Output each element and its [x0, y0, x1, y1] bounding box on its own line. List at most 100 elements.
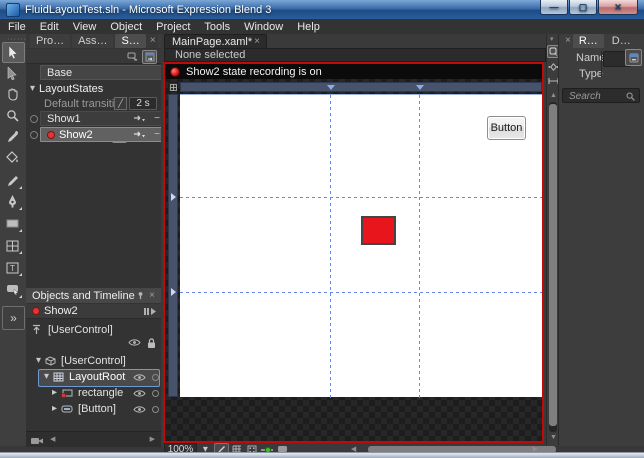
menu-help[interactable]: Help	[297, 21, 320, 33]
state-row-show1[interactable]: Show1 −	[26, 111, 166, 126]
column-marker-2[interactable]	[416, 85, 424, 90]
title-bar[interactable]: FluidLayoutTest.sln - Microsoft Expressi…	[0, 0, 644, 19]
transition-duration-field[interactable]: 2 s	[129, 97, 157, 110]
easing-line-icon: ╱	[118, 99, 123, 108]
grid-corner-box[interactable]	[168, 82, 178, 92]
document-tab[interactable]: MainPage.xaml* ×	[164, 34, 267, 49]
visibility-column-eye-icon[interactable]	[128, 338, 141, 347]
pan-tool[interactable]	[2, 85, 23, 104]
grid-rail-top[interactable]	[180, 82, 542, 92]
button-lock-dot[interactable]	[152, 406, 159, 413]
pencil-tool[interactable]	[2, 171, 23, 190]
menu-tools[interactable]: Tools	[204, 21, 230, 33]
pen-tool[interactable]	[2, 192, 23, 211]
button-eye-icon[interactable]	[133, 405, 146, 414]
layoutroot-lock-dot[interactable]	[152, 374, 159, 381]
layout-panel-tool[interactable]	[2, 236, 23, 255]
text-tool[interactable]: T	[2, 258, 23, 277]
menu-object[interactable]: Object	[110, 21, 142, 33]
minimize-button[interactable]: —	[540, 0, 568, 15]
breadcrumb-bar[interactable]: None selected	[164, 48, 546, 62]
search-input[interactable]	[567, 90, 629, 103]
controls-tool[interactable]	[2, 280, 23, 299]
row-marker-2[interactable]	[171, 288, 176, 296]
eyedropper-tool[interactable]	[2, 127, 23, 146]
selection-tool[interactable]	[2, 42, 25, 63]
default-easing-button[interactable]: ╱	[114, 97, 127, 110]
show-timeline-button[interactable]	[143, 307, 157, 316]
objects-timeline-panel: Objects and Timeline × Show2 [UserContro…	[26, 288, 161, 447]
vscroll-up-icon[interactable]: ▲	[550, 92, 557, 99]
rectangle-expand-icon[interactable]: ▸	[52, 388, 57, 398]
artboard-button-control[interactable]: Button	[487, 116, 526, 140]
menu-project[interactable]: Project	[156, 21, 190, 33]
tab-project[interactable]: Pro…	[30, 34, 71, 48]
states-options-button[interactable]	[126, 50, 139, 62]
timeline-snapshot-icon[interactable]	[30, 435, 44, 445]
window-title: FluidLayoutTest.sln - Microsoft Expressi…	[25, 3, 272, 16]
assets-expand-button[interactable]: »	[2, 306, 25, 330]
maximize-button[interactable]: ▢	[569, 0, 597, 15]
grid-row-line-2	[180, 292, 542, 293]
double-chevron-icon: »	[10, 311, 17, 325]
objects-close-icon[interactable]: ×	[147, 290, 157, 301]
close-button[interactable]: ✕	[598, 0, 638, 15]
usercontrol-expand-icon[interactable]: ▾	[36, 356, 41, 366]
objects-pin-icon[interactable]	[136, 291, 145, 300]
grid-corner-icon	[169, 83, 177, 91]
rectangle-lock-dot[interactable]	[152, 390, 159, 397]
rectangle-eye-icon[interactable]	[133, 389, 146, 398]
tree-row-usercontrol[interactable]: ▾ [UserControl]	[26, 353, 161, 369]
menu-view[interactable]: View	[73, 21, 97, 33]
menu-file[interactable]: File	[8, 21, 26, 33]
vscroll-thumb[interactable]	[549, 104, 557, 426]
tab-data[interactable]: D…	[605, 34, 637, 48]
rectangle-tool[interactable]	[2, 214, 23, 233]
show2-remove-button[interactable]: −	[154, 129, 160, 140]
show1-add-transition-button[interactable]	[133, 115, 145, 123]
tab-resources[interactable]: R…	[572, 34, 604, 48]
timeline-scroll-right-icon[interactable]: ▶	[150, 436, 155, 443]
tab-states-close-icon[interactable]: ×	[148, 36, 158, 46]
vscroll-down-icon[interactable]: ▼	[550, 434, 557, 441]
search-box[interactable]	[562, 88, 640, 103]
timeline-scroll-left-icon[interactable]: ◀	[50, 436, 55, 443]
layoutroot-expand-icon[interactable]: ▾	[44, 372, 49, 382]
layoutroot-eye-icon[interactable]	[133, 373, 146, 382]
scope-up-icon[interactable]	[31, 324, 42, 335]
column-marker-1[interactable]	[327, 85, 335, 90]
vscroll-track[interactable]	[549, 102, 557, 432]
record-icon[interactable]	[170, 66, 180, 77]
state-row-base[interactable]: Base	[26, 65, 166, 80]
state-row-show2[interactable]: Show2 −	[26, 127, 166, 142]
menu-window[interactable]: Window	[244, 21, 283, 33]
tab-assets[interactable]: Ass…	[72, 34, 114, 48]
button-expand-icon[interactable]: ▸	[52, 404, 57, 414]
show1-preview-dot[interactable]	[30, 114, 38, 123]
artboard[interactable]: Button	[180, 94, 542, 398]
tab-states[interactable]: S…	[115, 34, 146, 48]
zoom-tool[interactable]	[2, 106, 23, 125]
group-collapse-icon[interactable]: ▾	[30, 83, 35, 94]
row-marker-1[interactable]	[171, 193, 176, 201]
tree-row-layoutroot[interactable]: ▾ LayoutRoot	[26, 369, 161, 385]
base-state-label: Base	[47, 66, 73, 79]
state-group-row[interactable]: ▾ LayoutStates −	[26, 81, 161, 143]
show1-remove-button[interactable]: −	[154, 113, 160, 124]
tree-row-button[interactable]: ▸ [Button]	[26, 401, 161, 417]
direct-selection-tool[interactable]	[2, 64, 23, 83]
base-state[interactable]: Base	[40, 65, 166, 80]
grid-rail-left[interactable]	[168, 94, 178, 397]
paint-bucket-tool[interactable]	[2, 148, 23, 167]
lock-column-icon[interactable]	[147, 338, 156, 349]
name-scope-button[interactable]	[625, 49, 642, 66]
menu-edit[interactable]: Edit	[40, 21, 59, 33]
strip-collapse-icon[interactable]: ▾	[550, 36, 554, 43]
tree-row-rectangle[interactable]: ▸ rectangle	[26, 385, 161, 401]
hidden-tab-close-icon[interactable]: ×	[563, 36, 573, 46]
show2-add-transition-button[interactable]	[133, 131, 145, 139]
show2-preview-dot[interactable]	[30, 130, 38, 139]
document-tab-close-icon[interactable]: ×	[252, 37, 262, 47]
add-state-group-button[interactable]	[142, 50, 157, 64]
artboard-rectangle[interactable]	[361, 216, 396, 245]
